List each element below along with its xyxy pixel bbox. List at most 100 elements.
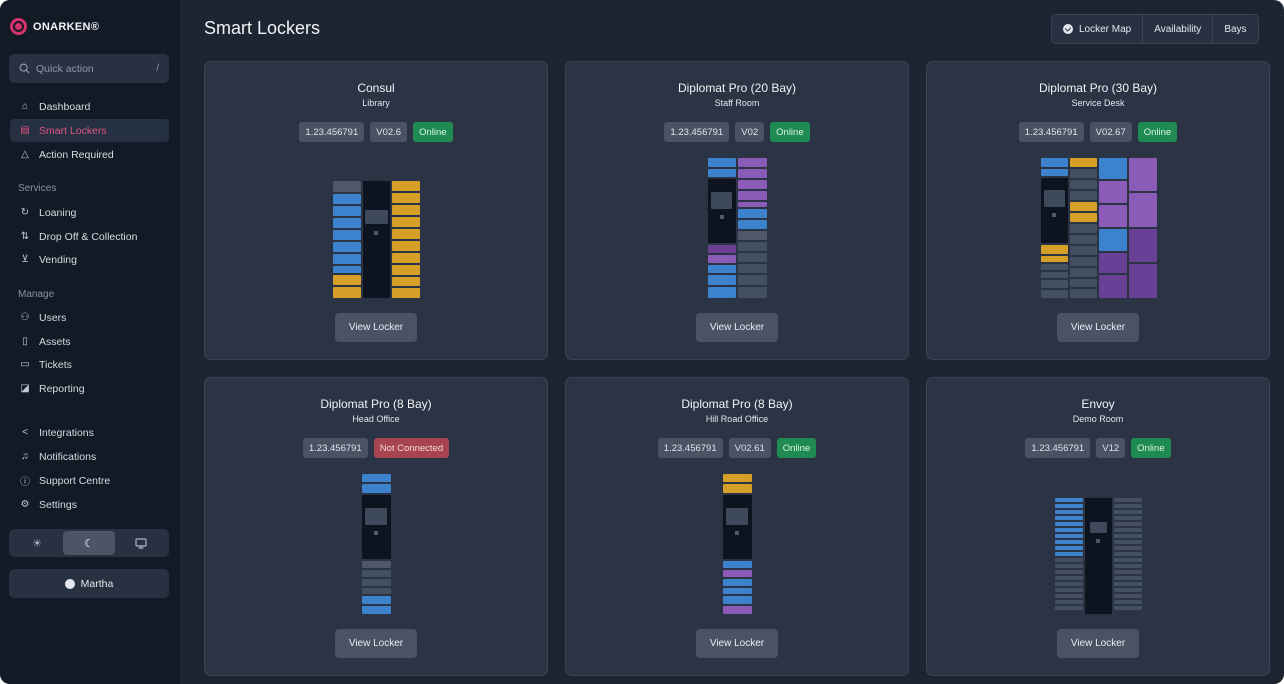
bay[interactable] [1055,600,1083,604]
bay[interactable] [1099,181,1127,203]
bay[interactable] [1114,504,1142,508]
bay[interactable] [362,561,391,568]
bay[interactable] [738,169,767,178]
bay[interactable] [1114,546,1142,550]
bay[interactable] [1041,169,1068,176]
bay[interactable] [1055,570,1083,574]
bay[interactable] [1114,558,1142,562]
bay[interactable] [392,181,420,191]
bay[interactable] [1041,158,1068,167]
bay[interactable] [738,231,767,240]
bay[interactable] [333,194,361,204]
theme-system-button[interactable] [115,531,167,555]
view-locker-button[interactable]: View Locker [1057,629,1139,658]
bay[interactable] [1129,264,1157,298]
bay[interactable] [738,180,767,189]
bay[interactable] [1099,229,1127,251]
bay[interactable] [708,265,736,273]
bay[interactable] [1070,279,1097,287]
bay[interactable] [1099,275,1127,298]
bay[interactable] [333,287,361,298]
bay[interactable] [1055,504,1083,508]
bay[interactable] [1129,229,1157,262]
bay[interactable] [738,158,767,167]
sidebar-item-users[interactable]: ⚇ Users [10,306,169,329]
bay[interactable] [723,570,752,577]
bay[interactable] [1114,606,1142,610]
bay[interactable] [1055,534,1083,538]
brand[interactable]: ONARKEN® [10,18,99,35]
bay[interactable] [1070,191,1097,200]
quick-action-search[interactable]: Quick action / [9,54,169,83]
bay[interactable] [708,169,736,177]
bay[interactable] [1070,213,1097,222]
sidebar-item-vending[interactable]: ⊻ Vending [10,248,169,271]
bay[interactable] [1099,205,1127,227]
bay[interactable] [1070,169,1097,178]
bay[interactable] [333,266,361,273]
theme-dark-button[interactable]: ☾ [63,531,115,555]
bay[interactable] [1055,606,1083,610]
bay[interactable] [1070,202,1097,211]
bay[interactable] [738,202,767,207]
bay[interactable] [1070,289,1097,298]
bay[interactable] [1114,594,1142,598]
bay[interactable] [333,206,361,216]
bay[interactable] [723,474,752,482]
bay[interactable] [723,561,752,568]
view-locker-button[interactable]: View Locker [696,629,778,658]
bay[interactable] [738,287,767,298]
bay[interactable] [362,484,391,493]
sidebar-item-support-centre[interactable]: ⓘ Support Centre [10,469,169,492]
bay[interactable] [392,265,420,275]
bay[interactable] [392,229,420,239]
bay[interactable] [1070,224,1097,233]
bay[interactable] [1114,582,1142,586]
bay[interactable] [1070,268,1097,277]
bay[interactable] [708,287,736,298]
sidebar-item-integrations[interactable]: < Integrations [10,421,169,444]
bay[interactable] [738,220,767,229]
bay[interactable] [1070,246,1097,255]
bay[interactable] [708,255,736,263]
view-locker-button[interactable]: View Locker [696,313,778,342]
bay[interactable] [362,606,391,614]
bay[interactable] [362,588,391,594]
sidebar-item-settings[interactable]: ⚙ Settings [10,493,169,516]
bay[interactable] [1055,528,1083,532]
bay[interactable] [1114,522,1142,526]
sidebar-item-smart-lockers[interactable]: ▤ Smart Lockers [10,119,169,142]
bay[interactable] [738,242,767,251]
bay[interactable] [392,217,420,227]
bay[interactable] [1114,570,1142,574]
bay[interactable] [392,253,420,263]
bay[interactable] [1055,516,1083,520]
bay[interactable] [392,241,420,251]
bay[interactable] [1114,576,1142,580]
bay[interactable] [1055,510,1083,514]
bay[interactable] [1055,558,1083,562]
bay[interactable] [362,596,391,604]
bay[interactable] [1099,253,1127,273]
bay[interactable] [1055,576,1083,580]
bay[interactable] [1129,193,1157,227]
bay[interactable] [1055,564,1083,568]
bay[interactable] [1114,534,1142,538]
bay[interactable] [333,181,361,192]
bay[interactable] [1055,582,1083,586]
bay[interactable] [723,596,752,604]
bay[interactable] [362,474,391,482]
tab-locker-map[interactable]: Locker Map [1052,15,1142,43]
bay[interactable] [392,205,420,215]
bay[interactable] [362,570,391,577]
bay[interactable] [1114,516,1142,520]
bay[interactable] [1041,245,1068,254]
theme-light-button[interactable]: ☀ [11,531,63,555]
sidebar-item-action-required[interactable]: △ Action Required [10,143,169,166]
bay[interactable] [708,158,736,167]
bay[interactable] [1114,498,1142,502]
bay[interactable] [1114,564,1142,568]
bay[interactable] [738,191,767,200]
bay[interactable] [333,254,361,264]
bay[interactable] [1041,256,1068,262]
